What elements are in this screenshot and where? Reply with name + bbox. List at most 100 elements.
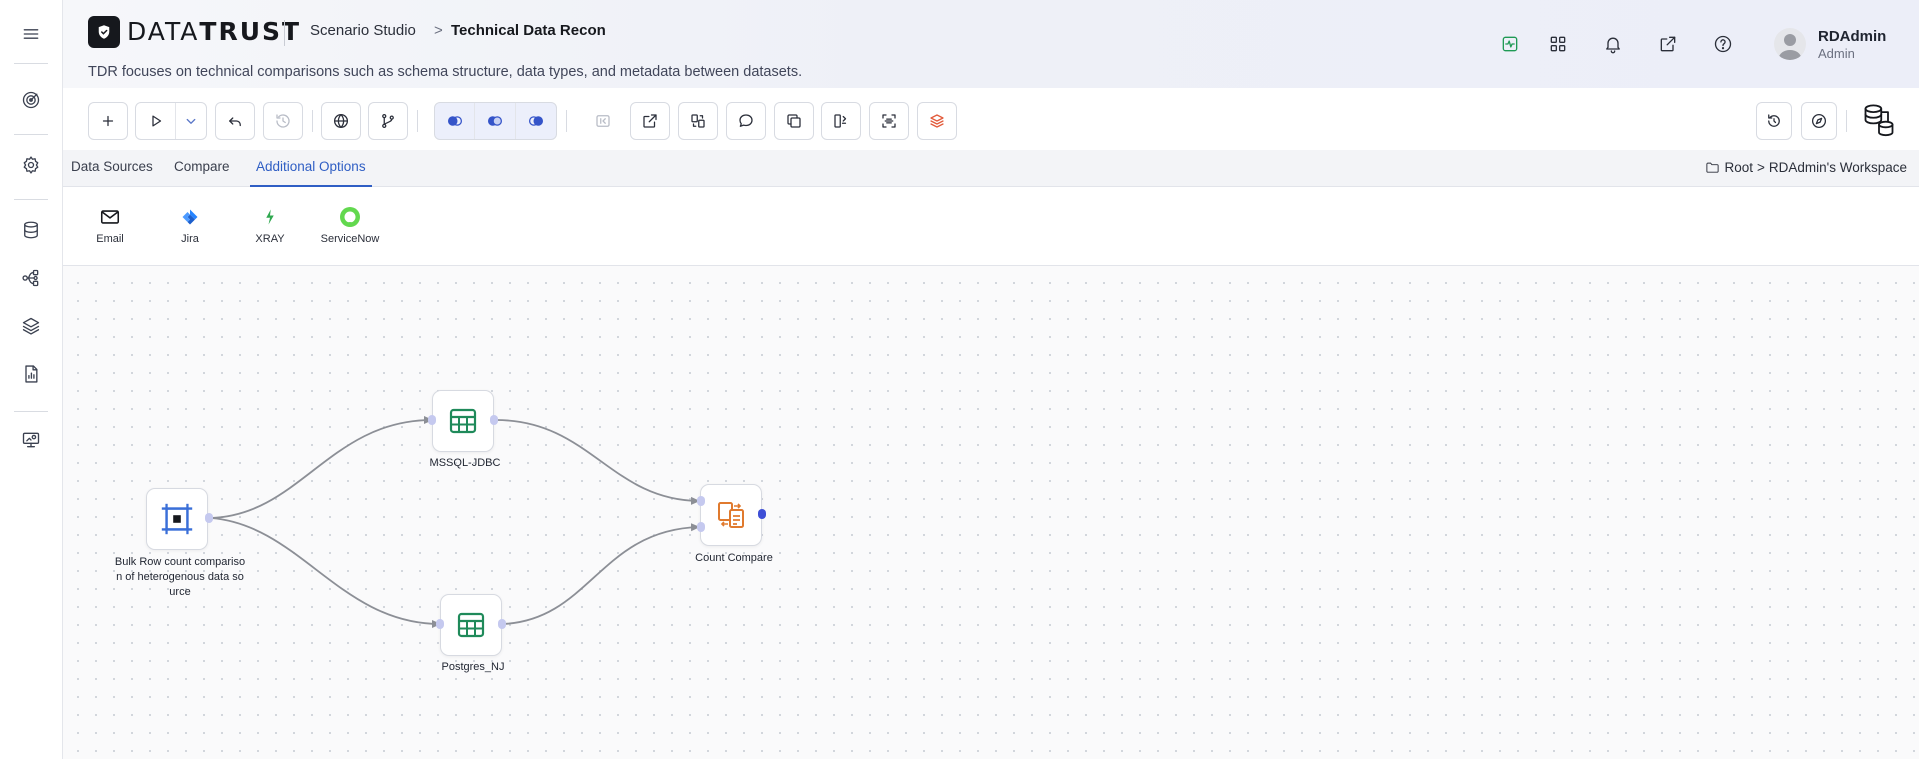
data-sources-panel-button[interactable]: [1856, 96, 1902, 144]
right-join-button[interactable]: [516, 103, 556, 139]
output-port[interactable]: [498, 619, 506, 629]
output-port[interactable]: [490, 415, 498, 425]
stack-button[interactable]: [917, 102, 957, 140]
monitor-icon[interactable]: [19, 428, 43, 452]
comment-button[interactable]: [726, 102, 766, 140]
duplicate-button[interactable]: [774, 102, 814, 140]
sidebar-divider: [14, 199, 48, 200]
stack-layers-icon: [930, 114, 944, 128]
input-port[interactable]: [697, 496, 705, 506]
git-branch-icon: [382, 113, 394, 129]
tab-data-sources[interactable]: Data Sources: [65, 150, 159, 187]
mail-icon: [98, 205, 122, 229]
apps-grid-icon[interactable]: [1546, 32, 1570, 56]
node-label-mssql: MSSQL-JDBC: [429, 457, 501, 469]
avatar[interactable]: [1774, 28, 1806, 60]
history-button[interactable]: [263, 102, 303, 140]
left-join-button[interactable]: [435, 103, 476, 139]
workflow-icon[interactable]: [19, 266, 43, 290]
logo-text-trust: TRUST: [199, 17, 302, 46]
help-icon[interactable]: [1711, 32, 1735, 56]
option-label: Jira: [181, 233, 199, 245]
input-port[interactable]: [428, 415, 436, 425]
toolbar: [63, 88, 1919, 150]
bell-icon[interactable]: [1601, 32, 1625, 56]
option-servicenow[interactable]: ServiceNow: [310, 205, 390, 245]
globe-button[interactable]: [321, 102, 361, 140]
menu-icon[interactable]: [19, 22, 43, 46]
user-name[interactable]: RDAdmin: [1818, 28, 1886, 45]
compare-docs-button[interactable]: [678, 102, 718, 140]
run-button[interactable]: [136, 103, 176, 139]
run-options-dropdown[interactable]: [176, 103, 206, 139]
node-count-compare[interactable]: [700, 484, 762, 546]
node-label-postgres: Postgres_NJ: [441, 661, 505, 673]
logo-shield-icon: [88, 16, 120, 48]
database-link-icon: [1864, 104, 1894, 137]
play-icon: [151, 115, 161, 127]
export-button[interactable]: [630, 102, 670, 140]
right-join-icon: [528, 116, 543, 126]
restore-icon: [1768, 114, 1780, 127]
layers-icon[interactable]: [19, 314, 43, 338]
node-label-line: urce: [169, 586, 191, 598]
split-view-button[interactable]: [821, 102, 861, 140]
left-sidebar: [0, 0, 63, 759]
sidebar-divider: [14, 63, 48, 64]
database-icon[interactable]: [19, 218, 43, 242]
inner-join-icon: [488, 116, 503, 126]
join-mode-group[interactable]: [434, 102, 557, 140]
compare-docs-icon: [691, 114, 705, 128]
breadcrumb-scenario-studio[interactable]: Scenario Studio: [310, 22, 416, 39]
workspace-name[interactable]: RDAdmin's Workspace: [1769, 160, 1907, 175]
activity-icon[interactable]: [1498, 32, 1522, 56]
fit-view-icon: [882, 114, 896, 128]
output-port[interactable]: [205, 513, 213, 523]
workflow-canvas[interactable]: [63, 266, 1919, 759]
logo-wordmark: DATATRUST: [127, 16, 301, 48]
option-xray[interactable]: XRAY: [230, 205, 310, 245]
restore-button[interactable]: [1756, 102, 1792, 140]
workspace-separator: >: [1756, 160, 1765, 175]
header-divider: [284, 20, 285, 46]
table-icon: [457, 612, 485, 638]
option-label: ServiceNow: [320, 233, 380, 245]
report-icon[interactable]: [19, 362, 43, 386]
node-label-compare: Count Compare: [695, 552, 773, 564]
option-email[interactable]: Email: [70, 205, 150, 245]
option-jira[interactable]: Jira: [150, 205, 230, 245]
page-subtitle: TDR focuses on technical comparisons suc…: [88, 64, 803, 80]
settings-icon[interactable]: [19, 153, 43, 177]
inner-join-button[interactable]: [475, 103, 516, 139]
history-icon: [276, 114, 290, 128]
page-title: Technical Data Recon: [451, 22, 606, 39]
run-split-button[interactable]: [135, 102, 207, 140]
chevron-down-icon: [186, 118, 196, 124]
input-port[interactable]: [697, 522, 705, 532]
node-bulk-row-count[interactable]: [146, 488, 208, 550]
tab-compare[interactable]: Compare: [168, 150, 236, 187]
workspace-breadcrumb: Root > RDAdmin's Workspace: [1705, 160, 1907, 175]
branch-button[interactable]: [368, 102, 408, 140]
navigate-button[interactable]: [1801, 102, 1837, 140]
globe-icon: [333, 113, 349, 129]
toolbar-divider: [312, 110, 313, 132]
input-port[interactable]: [436, 619, 444, 629]
export-icon: [643, 114, 657, 128]
external-link-icon[interactable]: [1656, 32, 1680, 56]
node-mssql-jdbc[interactable]: [432, 390, 494, 452]
split-view-icon: [834, 114, 847, 128]
copy-icon: [787, 114, 801, 128]
first-page-button[interactable]: [583, 102, 623, 140]
tab-additional-options[interactable]: Additional Options: [250, 150, 372, 187]
undo-button[interactable]: [215, 102, 255, 140]
output-port-active[interactable]: [758, 509, 766, 519]
node-label-line: Bulk Row count compariso: [114, 556, 246, 568]
toolbar-divider: [417, 110, 418, 132]
add-button[interactable]: [88, 102, 128, 140]
workspace-root[interactable]: Root: [1724, 160, 1753, 175]
servicenow-icon: [338, 205, 362, 229]
node-postgres-nj[interactable]: [440, 594, 502, 656]
fit-view-button[interactable]: [869, 102, 909, 140]
target-icon[interactable]: [19, 88, 43, 112]
